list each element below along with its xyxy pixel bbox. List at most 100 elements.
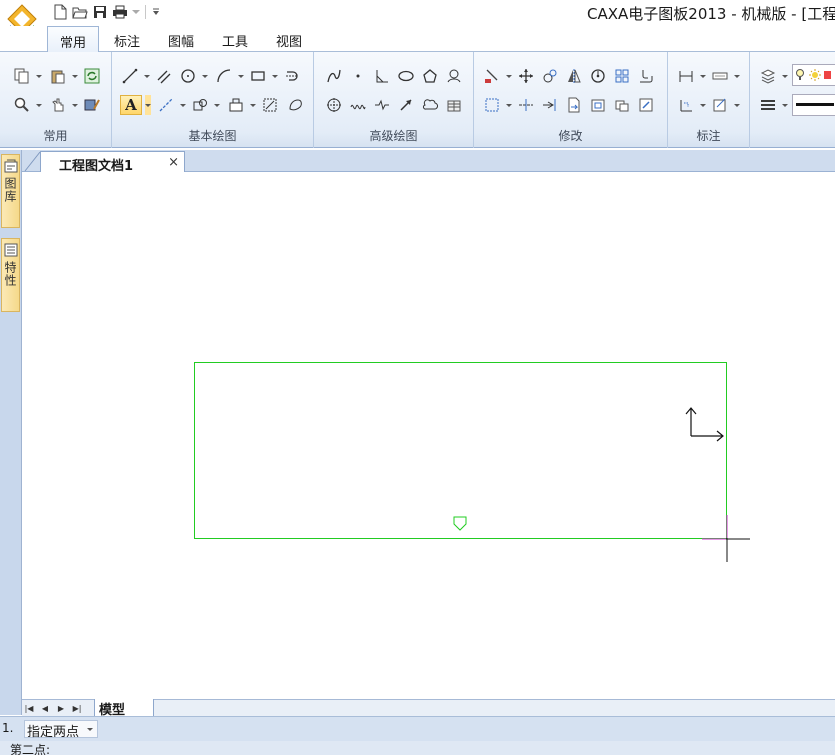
zoom-dropdown-icon[interactable] xyxy=(36,95,42,115)
parallel-line-icon[interactable] xyxy=(154,66,174,86)
dimension-dropdown-icon[interactable] xyxy=(700,66,706,86)
sheet-tab-model[interactable]: 模型 xyxy=(94,699,154,718)
scale-icon[interactable] xyxy=(588,95,608,115)
table-icon[interactable] xyxy=(444,95,464,115)
layer-icon[interactable] xyxy=(758,66,778,86)
coordinate-dimension-dropdown-icon[interactable] xyxy=(700,95,706,115)
polygon-icon[interactable] xyxy=(420,66,440,86)
centerline-symbol-icon[interactable] xyxy=(444,66,464,86)
linetype-icon[interactable] xyxy=(758,95,778,115)
angle-line-icon[interactable] xyxy=(372,66,392,86)
copy-dropdown-icon[interactable] xyxy=(36,66,42,86)
refresh-icon[interactable] xyxy=(82,66,102,86)
circle-dropdown-icon[interactable] xyxy=(202,66,208,86)
properties-brush-icon[interactable] xyxy=(82,95,102,115)
line-dropdown-icon[interactable] xyxy=(144,66,150,86)
group-label-basic-draw: 基本绘图 xyxy=(188,129,237,143)
next-sheet-icon[interactable]: ▶ xyxy=(54,702,68,715)
edit-icon[interactable] xyxy=(636,95,656,115)
new-file-icon[interactable] xyxy=(50,3,70,21)
array-icon[interactable] xyxy=(612,66,632,86)
linetype-dropdown-icon[interactable] xyxy=(782,95,788,115)
copy-select-icon[interactable] xyxy=(540,66,560,86)
document-tab[interactable]: 工程图文档1 × xyxy=(40,151,185,174)
group-label-modify: 修改 xyxy=(558,129,583,143)
drawing-canvas[interactable] xyxy=(22,172,835,699)
rectangle-dropdown-icon[interactable] xyxy=(272,66,278,86)
copy-icon[interactable] xyxy=(12,66,32,86)
rotate-icon[interactable] xyxy=(588,66,608,86)
explode-icon[interactable] xyxy=(612,95,632,115)
undo-dropdown-icon[interactable] xyxy=(130,3,142,21)
command-mode-select[interactable]: 指定两点 xyxy=(24,720,98,740)
spline-icon[interactable] xyxy=(324,66,344,86)
trim-icon[interactable] xyxy=(516,95,536,115)
extend-icon[interactable] xyxy=(540,95,560,115)
hatch-line-icon[interactable] xyxy=(156,95,176,115)
trim-box-dropdown-icon[interactable] xyxy=(506,95,512,115)
insert-image-icon[interactable] xyxy=(226,95,246,115)
tolerance-icon[interactable] xyxy=(710,95,730,115)
pan-icon[interactable] xyxy=(48,95,68,115)
last-sheet-icon[interactable]: ▶| xyxy=(70,702,84,715)
line-icon[interactable] xyxy=(120,66,140,86)
trim-box-icon[interactable] xyxy=(482,95,502,115)
tab-view[interactable]: 视图 xyxy=(268,26,310,52)
print-icon[interactable] xyxy=(110,3,130,21)
drawn-rectangle[interactable] xyxy=(194,362,727,539)
centerline-icon[interactable] xyxy=(282,66,302,86)
rectangle-icon[interactable] xyxy=(248,66,268,86)
layer-dropdown-icon[interactable] xyxy=(782,66,788,86)
mirror-icon[interactable] xyxy=(564,66,584,86)
ellipse-icon[interactable] xyxy=(396,66,416,86)
library-panel-tab[interactable]: 图库 xyxy=(1,154,20,228)
stretch-icon[interactable] xyxy=(564,95,584,115)
arc-icon[interactable] xyxy=(214,66,234,86)
text-annotation-icon[interactable] xyxy=(710,66,730,86)
block-dropdown-icon[interactable] xyxy=(214,95,220,115)
text-dropdown-icon[interactable] xyxy=(145,95,151,115)
sheet-tab-bar: |◀ ◀ ▶ ▶| 模型 xyxy=(22,699,835,718)
customize-quick-access-icon[interactable] xyxy=(149,3,163,21)
fillet-icon[interactable] xyxy=(636,66,656,86)
lineweight-select[interactable] xyxy=(792,94,835,116)
wave-line-icon[interactable] xyxy=(348,95,368,115)
open-folder-icon[interactable] xyxy=(70,3,90,21)
insert-image-dropdown-icon[interactable] xyxy=(250,95,256,115)
move-icon[interactable] xyxy=(516,66,536,86)
tolerance-dropdown-icon[interactable] xyxy=(734,95,740,115)
layer-state-select[interactable] xyxy=(792,64,835,86)
text-icon[interactable]: A xyxy=(120,95,142,115)
circle-icon[interactable] xyxy=(178,66,198,86)
properties-panel-label: 特性 xyxy=(3,261,17,287)
tab-sheet[interactable]: 图幅 xyxy=(160,26,202,52)
first-sheet-icon[interactable]: |◀ xyxy=(22,702,36,715)
hole-axis-icon[interactable] xyxy=(324,95,344,115)
fill-icon[interactable] xyxy=(260,95,280,115)
block-icon[interactable] xyxy=(190,95,210,115)
tab-dimension[interactable]: 标注 xyxy=(106,26,148,52)
point-icon[interactable] xyxy=(348,66,368,86)
tab-tools[interactable]: 工具 xyxy=(214,26,256,52)
text-annotation-dropdown-icon[interactable] xyxy=(734,66,740,86)
pan-dropdown-icon[interactable] xyxy=(72,95,78,115)
chevron-down-icon[interactable] xyxy=(85,723,95,735)
properties-panel-tab[interactable]: 特性 xyxy=(1,238,20,312)
hatch-line-dropdown-icon[interactable] xyxy=(180,95,186,115)
spline-region-icon[interactable] xyxy=(286,95,306,115)
dimension-icon[interactable] xyxy=(676,66,696,86)
paste-icon[interactable] xyxy=(48,66,68,86)
paste-dropdown-icon[interactable] xyxy=(72,66,78,86)
eraser-icon[interactable] xyxy=(482,66,502,86)
tab-common[interactable]: 常用 xyxy=(47,26,99,53)
arc-dropdown-icon[interactable] xyxy=(238,66,244,86)
eraser-dropdown-icon[interactable] xyxy=(506,66,512,86)
save-icon[interactable] xyxy=(90,3,110,21)
prev-sheet-icon[interactable]: ◀ xyxy=(38,702,52,715)
zoom-icon[interactable] xyxy=(12,95,32,115)
close-icon[interactable]: × xyxy=(168,155,179,170)
coordinate-dimension-icon[interactable] xyxy=(676,95,696,115)
break-line-icon[interactable] xyxy=(372,95,392,115)
arrow-icon[interactable] xyxy=(396,95,416,115)
cloud-line-icon[interactable] xyxy=(420,95,440,115)
